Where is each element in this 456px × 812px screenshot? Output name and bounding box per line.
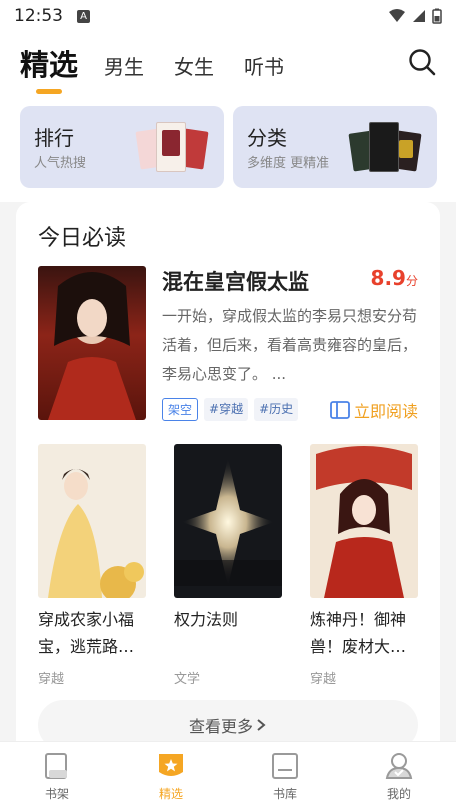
book-cover bbox=[174, 444, 282, 598]
book-cover bbox=[38, 444, 146, 598]
book-open-icon bbox=[330, 401, 350, 419]
feature-description: 一开始，穿成假太监的李易只想安分苟活着，但后来，看着高贵雍容的皇后，李易心思变了… bbox=[162, 307, 418, 383]
book-title: 权力法则 bbox=[174, 610, 239, 629]
tab-female[interactable]: 女生 bbox=[174, 51, 214, 84]
notification-a-icon: A bbox=[77, 9, 90, 23]
category-subtitle: 多维度 更精准 bbox=[247, 156, 330, 171]
feature-tags: 架空 #穿越 #历史 bbox=[162, 398, 299, 421]
status-bar: 12:53 A bbox=[0, 0, 456, 32]
feature-book-cover[interactable] bbox=[38, 266, 146, 420]
tab-featured[interactable]: 精选 bbox=[20, 42, 78, 84]
category-card[interactable]: 分类 多维度 更精准 bbox=[233, 106, 437, 188]
search-icon[interactable] bbox=[408, 48, 436, 76]
nav-label: 书架 bbox=[44, 787, 69, 801]
book-item[interactable]: 炼神丹！御神兽！废材大… 穿越 bbox=[310, 444, 418, 687]
nav-label: 书库 bbox=[272, 787, 297, 801]
feature-cover-art bbox=[38, 266, 146, 420]
battery-icon bbox=[432, 8, 442, 24]
tag-history[interactable]: #历史 bbox=[254, 398, 299, 421]
wifi-icon bbox=[389, 9, 405, 22]
score-unit: 分 bbox=[405, 274, 418, 288]
today-must-read-card: 今日必读 混在皇宫假太监 8.9分 一开始，穿成假太监的李易只想安分苟活着，但后… bbox=[16, 202, 440, 762]
featured-icon bbox=[159, 754, 183, 776]
nav-label: 我的 bbox=[386, 787, 411, 801]
book-category: 穿越 bbox=[38, 672, 65, 687]
section-title: 今日必读 bbox=[38, 226, 127, 251]
signal-icon bbox=[413, 10, 425, 22]
tag-time-travel[interactable]: #穿越 bbox=[204, 398, 249, 421]
feature-score: 8.9分 bbox=[371, 266, 418, 290]
bookshelf-icon bbox=[45, 753, 67, 779]
top-tabs: 精选 男生 女生 听书 bbox=[20, 44, 314, 84]
book-cover bbox=[310, 444, 418, 598]
nav-featured[interactable]: 精选 bbox=[131, 750, 211, 812]
book-category: 穿越 bbox=[310, 672, 337, 687]
book-item[interactable]: 穿成农家小福宝，逃荒路… 穿越 bbox=[38, 444, 146, 687]
book-category: 文学 bbox=[174, 672, 201, 687]
book-cover-art bbox=[310, 444, 418, 598]
library-icon bbox=[272, 753, 298, 779]
bottom-nav: 书架 精选 书库 我的 bbox=[0, 741, 456, 812]
chevron-right-icon bbox=[257, 719, 266, 731]
nav-profile[interactable]: 我的 bbox=[359, 750, 439, 812]
tag-setting[interactable]: 架空 bbox=[162, 398, 199, 421]
view-more-label: 查看更多 bbox=[188, 717, 253, 736]
read-now-label: 立即阅读 bbox=[353, 402, 418, 421]
nav-library[interactable]: 书库 bbox=[245, 750, 325, 812]
book-title: 炼神丹！御神兽！废材大… bbox=[310, 610, 407, 656]
status-icons bbox=[388, 8, 442, 24]
score-value: 8.9 bbox=[370, 266, 406, 290]
profile-icon bbox=[385, 753, 413, 779]
ranking-books-image bbox=[135, 120, 210, 178]
book-item[interactable]: 权力法则 文学 bbox=[174, 444, 282, 687]
feature-title[interactable]: 混在皇宫假太监 bbox=[162, 266, 309, 296]
status-time: 12:53 bbox=[14, 6, 63, 26]
nav-bookshelf[interactable]: 书架 bbox=[17, 750, 97, 812]
ranking-card[interactable]: 排行 人气热搜 bbox=[20, 106, 224, 188]
nav-label: 精选 bbox=[158, 787, 183, 801]
ranking-subtitle: 人气热搜 bbox=[34, 156, 87, 171]
tab-audiobook[interactable]: 听书 bbox=[244, 51, 284, 84]
book-title: 穿成农家小福宝，逃荒路… bbox=[38, 610, 135, 656]
category-title: 分类 bbox=[247, 126, 287, 150]
ranking-title: 排行 bbox=[34, 126, 74, 150]
read-now-button[interactable]: 立即阅读 bbox=[330, 398, 418, 422]
book-cover-art bbox=[174, 444, 282, 598]
book-cover-art bbox=[38, 444, 146, 598]
category-books-image bbox=[348, 120, 423, 178]
tab-male[interactable]: 男生 bbox=[104, 51, 144, 84]
